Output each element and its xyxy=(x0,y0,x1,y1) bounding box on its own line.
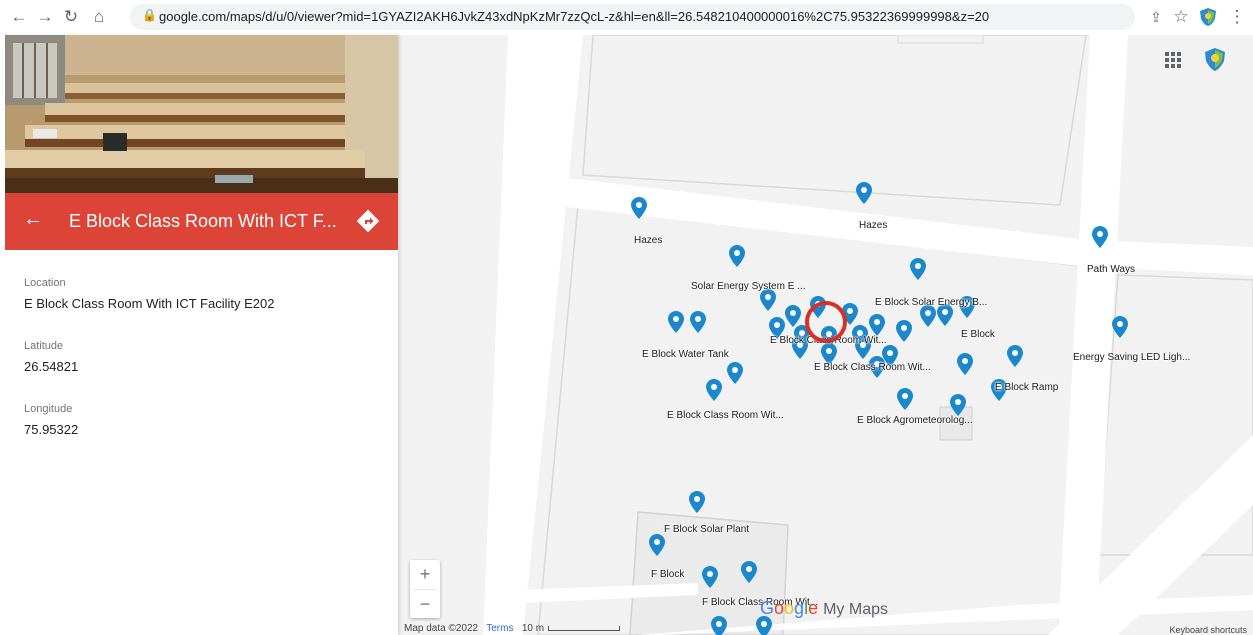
location-value: E Block Class Room With ICT Facility E20… xyxy=(24,296,275,311)
zoom-control: + − xyxy=(410,560,440,618)
menu-dots-icon[interactable]: ⋮ xyxy=(1226,6,1248,28)
classroom-photo xyxy=(5,35,398,193)
map-marker-icon[interactable] xyxy=(649,534,665,556)
directions-icon[interactable] xyxy=(355,208,381,234)
account-avatar-icon[interactable] xyxy=(1202,47,1228,73)
map-canvas[interactable]: Hazes Hazes Path Ways Solar Energy Syste… xyxy=(398,35,1253,635)
latitude-label: Latitude xyxy=(24,340,64,352)
map-label: E Block Solar Energy B... xyxy=(875,297,988,308)
zoom-out-button[interactable]: − xyxy=(410,590,440,619)
map-label: E Block Water Tank xyxy=(642,349,729,360)
map-marker-icon[interactable] xyxy=(1112,316,1128,338)
longitude-value: 75.95322 xyxy=(24,422,79,437)
map-marker-icon[interactable] xyxy=(729,245,745,267)
map-marker-icon[interactable] xyxy=(856,182,872,204)
map-marker-icon[interactable] xyxy=(869,314,885,336)
map-marker-icon[interactable] xyxy=(1007,345,1023,367)
map-label: E Block Ramp xyxy=(995,382,1059,393)
map-data-text: Map data ©2022 xyxy=(404,623,479,634)
scale-bar xyxy=(548,625,621,631)
bookmark-star-icon[interactable]: ☆ xyxy=(1170,6,1192,28)
map-label: Solar Energy System E ... xyxy=(691,281,806,292)
zoom-in-button[interactable]: + xyxy=(410,560,440,589)
map-label: E Block Class Room Wit... xyxy=(667,410,784,421)
map-label: Hazes xyxy=(859,220,888,231)
lock-icon: 🔒 xyxy=(142,8,157,22)
place-header: ← E Block Class Room With ICT F... xyxy=(5,193,398,250)
latitude-value: 26.54821 xyxy=(24,359,79,374)
map-marker-icon[interactable] xyxy=(727,362,743,384)
map-attribution: Map data ©2022 Terms 10 m xyxy=(404,623,621,634)
map-marker-icon[interactable] xyxy=(631,197,647,219)
map-marker-icon[interactable] xyxy=(689,491,705,513)
place-title: E Block Class Room With ICT F... xyxy=(69,211,337,231)
map-label: Hazes xyxy=(634,235,663,246)
map-label: E Block Class Room Wit... xyxy=(814,362,931,373)
apps-grid-icon[interactable] xyxy=(1164,51,1182,69)
map-marker-icon[interactable] xyxy=(706,379,722,401)
map-label: Path Ways xyxy=(1087,264,1135,275)
location-label: Location xyxy=(24,277,66,289)
share-icon[interactable]: ⇪ xyxy=(1145,6,1167,28)
map-marker-icon[interactable] xyxy=(711,616,727,635)
map-marker-icon[interactable] xyxy=(760,289,776,311)
map-marker-icon[interactable] xyxy=(957,353,973,375)
map-label: F Block xyxy=(651,569,685,580)
map-label: E Block Agrometeorolog... xyxy=(857,415,973,426)
map-marker-icon[interactable] xyxy=(950,394,966,416)
keyboard-shortcuts-link[interactable]: Keyboard shortcuts xyxy=(1169,625,1247,635)
selected-marker-highlight xyxy=(805,301,847,343)
map-marker-icon[interactable] xyxy=(920,305,936,327)
brand-suffix: My Maps xyxy=(823,601,888,618)
map-marker-icon[interactable] xyxy=(702,566,718,588)
address-bar[interactable]: 🔒 google.com/maps/d/u/0/viewer?mid=1GYAZ… xyxy=(130,4,1135,30)
longitude-label: Longitude xyxy=(24,403,73,415)
map-marker-icon[interactable] xyxy=(785,305,801,327)
home-icon[interactable]: ⌂ xyxy=(88,6,110,28)
info-panel: ← E Block Class Room With ICT F... Locat… xyxy=(0,35,398,635)
map-marker-icon[interactable] xyxy=(910,258,926,280)
map-marker-icon[interactable] xyxy=(741,561,757,583)
profile-shield-icon[interactable] xyxy=(1198,7,1218,27)
map-marker-icon[interactable] xyxy=(690,311,706,333)
map-label: F Block Solar Plant xyxy=(664,524,750,535)
url-text: google.com/maps/d/u/0/viewer?mid=1GYAZI2… xyxy=(159,9,990,24)
back-arrow-icon[interactable]: ← xyxy=(8,6,30,28)
map-label: E Block xyxy=(961,329,995,340)
scale-text: 10 m xyxy=(521,623,545,634)
forward-arrow-icon[interactable]: → xyxy=(34,6,56,28)
map-marker-icon[interactable] xyxy=(1092,226,1108,248)
terms-link[interactable]: Terms xyxy=(486,623,513,634)
browser-toolbar: ← → ↻ ⌂ 🔒 google.com/maps/d/u/0/viewer?m… xyxy=(0,0,1253,36)
map-marker-icon[interactable] xyxy=(668,311,684,333)
google-my-maps-logo: Google My Maps xyxy=(760,598,888,618)
reload-icon[interactable]: ↻ xyxy=(60,6,82,28)
map-label: Energy Saving LED Ligh... xyxy=(1073,352,1191,363)
map-marker-icon[interactable] xyxy=(896,320,912,342)
map-marker-icon[interactable] xyxy=(897,388,913,410)
back-arrow-icon[interactable]: ← xyxy=(23,208,43,231)
